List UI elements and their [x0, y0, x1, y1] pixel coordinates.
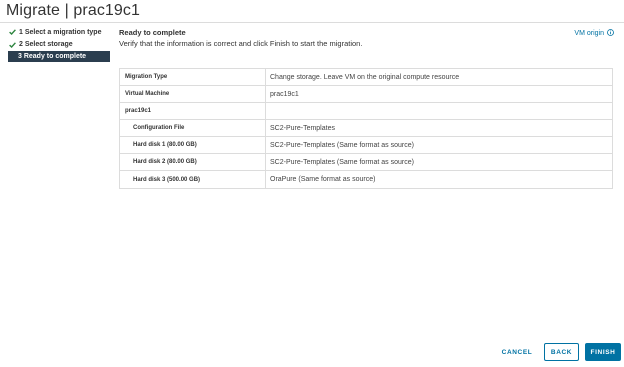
vm-origin-label: VM origin — [574, 30, 604, 37]
row-key: Virtual Machine — [120, 86, 266, 102]
cancel-button[interactable]: CANCEL — [496, 343, 538, 361]
section-title: Ready to complete — [119, 28, 186, 37]
step-label: 3 Ready to complete — [18, 53, 87, 60]
dialog-title: Migrate | prac19c1 — [6, 2, 141, 19]
row-key: Migration Type — [120, 69, 266, 85]
check-icon — [9, 41, 19, 48]
row-key: Configuration File — [120, 120, 266, 136]
row-key: Hard disk 2 (80.00 GB) — [120, 154, 266, 170]
row-value — [266, 103, 612, 119]
section-description: Verify that the information is correct a… — [119, 39, 363, 48]
table-row: Virtual Machine prac19c1 — [120, 86, 612, 103]
row-key: Hard disk 1 (80.00 GB) — [120, 137, 266, 153]
step-label: 1 Select a migration type — [19, 28, 102, 36]
step-label: 2 Select storage — [19, 41, 73, 48]
row-key: prac19c1 — [120, 103, 266, 119]
row-value: prac19c1 — [270, 90, 299, 98]
summary-table: Migration Type Change storage. Leave VM … — [119, 68, 613, 189]
title-divider — [0, 22, 624, 23]
table-row: Hard disk 3 (500.00 GB) OraPure (Same fo… — [120, 171, 612, 188]
back-button[interactable]: BACK — [544, 343, 579, 361]
row-value: Change storage. Leave VM on the original… — [270, 73, 460, 81]
table-row: Migration Type Change storage. Leave VM … — [120, 69, 612, 86]
step-select-migration-type[interactable]: 1 Select a migration type — [8, 26, 112, 38]
step-ready-to-complete[interactable]: 3 Ready to complete — [8, 51, 110, 62]
table-row: Hard disk 2 (80.00 GB) SC2-Pure-Template… — [120, 154, 612, 171]
row-value: OraPure (Same format as source) — [270, 176, 376, 183]
finish-button[interactable]: FINISH — [585, 343, 621, 361]
row-value: SC2-Pure-Templates (Same format as sourc… — [270, 158, 414, 166]
check-icon — [9, 29, 19, 35]
vm-origin-link[interactable]: VM origin — [574, 29, 614, 38]
row-value: SC2-Pure-Templates — [270, 124, 335, 132]
table-row: Hard disk 1 (80.00 GB) SC2-Pure-Template… — [120, 137, 612, 154]
step-select-storage[interactable]: 2 Select storage — [8, 39, 112, 51]
table-row: Configuration File SC2-Pure-Templates — [120, 120, 612, 137]
row-key: Hard disk 3 (500.00 GB) — [120, 171, 266, 188]
row-value: SC2-Pure-Templates (Same format as sourc… — [270, 141, 414, 149]
table-row: prac19c1 — [120, 103, 612, 120]
info-icon — [607, 29, 614, 38]
wizard-steps: 1 Select a migration type 2 Select stora… — [8, 26, 112, 63]
